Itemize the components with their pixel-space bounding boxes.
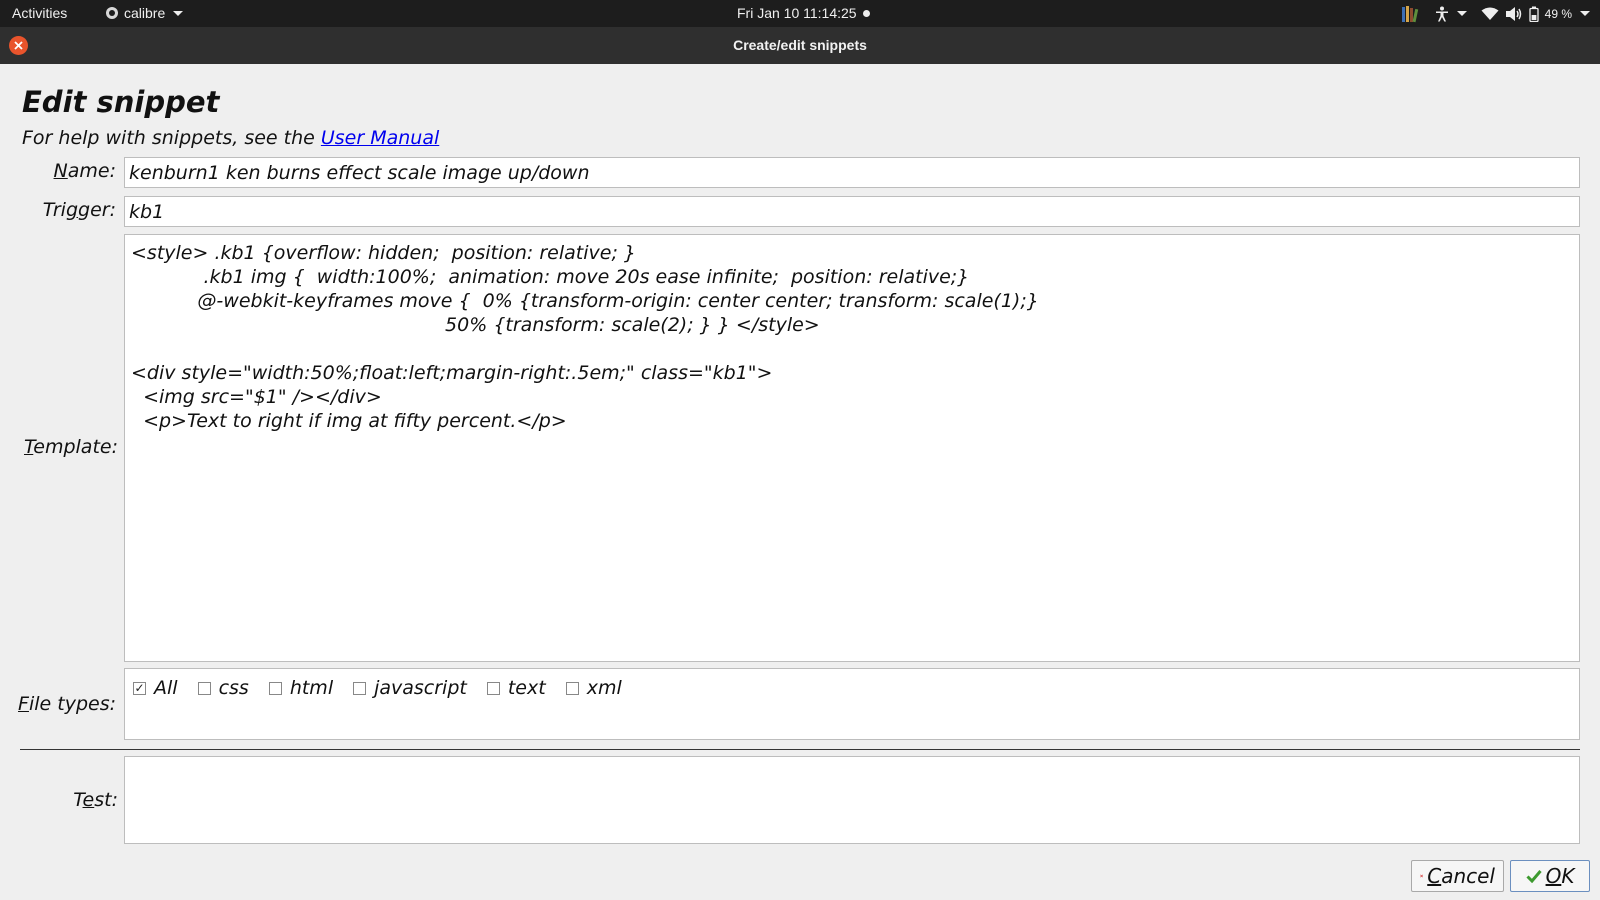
trigger-input[interactable]: kb1 xyxy=(124,196,1580,227)
system-top-bar: Activities calibre Fri Jan 10 11:14:25 4… xyxy=(0,0,1600,27)
accessibility-icon xyxy=(1435,6,1448,21)
battery-percentage: 49 % xyxy=(1544,6,1572,21)
app-menu-label: calibre xyxy=(124,5,166,21)
system-tray: 49 % xyxy=(1401,4,1590,23)
checkbox-unchecked-icon xyxy=(268,681,282,695)
file-type-xml-checkbox[interactable]: xml xyxy=(565,675,622,699)
test-input[interactable] xyxy=(124,756,1580,844)
ok-button-label: OK xyxy=(1545,864,1575,888)
file-type-all-checkbox[interactable]: ✓ All xyxy=(133,675,178,699)
checkbox-unchecked-icon xyxy=(197,681,211,695)
checkbox-unchecked-icon xyxy=(353,681,367,695)
status-menu[interactable]: 49 % xyxy=(1481,6,1590,22)
checkbox-checked-icon: ✓ xyxy=(133,681,146,695)
chevron-down-icon xyxy=(1580,11,1590,16)
user-manual-link[interactable]: User Manual xyxy=(321,127,439,149)
clock[interactable]: Fri Jan 10 11:14:25 xyxy=(737,5,870,21)
template-label: Template: xyxy=(24,436,118,458)
name-input[interactable]: kenburn1 ken burns effect scale image up… xyxy=(124,157,1580,188)
checkbox-unchecked-icon xyxy=(486,681,500,695)
clock-datetime: Fri Jan 10 11:14:25 xyxy=(737,5,857,21)
divider xyxy=(20,749,1580,750)
name-label: Name: xyxy=(53,160,116,182)
activities-button[interactable]: Activities xyxy=(12,5,67,21)
calibre-tray-icon[interactable] xyxy=(1401,5,1421,23)
calibre-app-icon xyxy=(106,7,118,19)
cancel-icon xyxy=(1420,874,1424,878)
file-type-javascript-checkbox[interactable]: javascript xyxy=(353,675,467,699)
checkbox-unchecked-icon xyxy=(565,681,579,695)
cancel-button-label: Cancel xyxy=(1427,864,1495,888)
file-types-group: ✓ All css html javascript text xml xyxy=(124,668,1580,740)
trigger-label: Trigger: xyxy=(42,199,116,221)
accessibility-menu[interactable] xyxy=(1435,6,1467,22)
file-type-html-checkbox[interactable]: html xyxy=(268,675,333,699)
file-types-label: File types: xyxy=(18,693,116,715)
file-type-text-checkbox[interactable]: text xyxy=(486,675,546,699)
template-editor[interactable]: <style> .kb1 {overflow: hidden; position… xyxy=(124,234,1580,662)
dialog-heading: Edit snippet xyxy=(22,85,220,119)
file-type-css-checkbox[interactable]: css xyxy=(197,675,249,699)
help-prefix: For help with snippets, see the xyxy=(22,127,321,149)
checkmark-icon xyxy=(1526,870,1542,883)
app-menu[interactable]: calibre xyxy=(106,5,184,21)
notification-dot-icon xyxy=(862,9,870,17)
help-text: For help with snippets, see the User Man… xyxy=(22,127,439,149)
ok-button[interactable]: OK xyxy=(1510,860,1590,892)
window-title-bar: Create/edit snippets xyxy=(0,27,1600,64)
volume-icon xyxy=(1505,6,1521,21)
test-label: Test: xyxy=(73,789,118,811)
wifi-icon xyxy=(1481,7,1499,20)
window-title: Create/edit snippets xyxy=(733,37,867,53)
chevron-down-icon xyxy=(1456,11,1467,16)
cancel-button[interactable]: Cancel xyxy=(1411,860,1504,892)
chevron-down-icon xyxy=(173,10,184,16)
battery-icon xyxy=(1528,6,1539,22)
